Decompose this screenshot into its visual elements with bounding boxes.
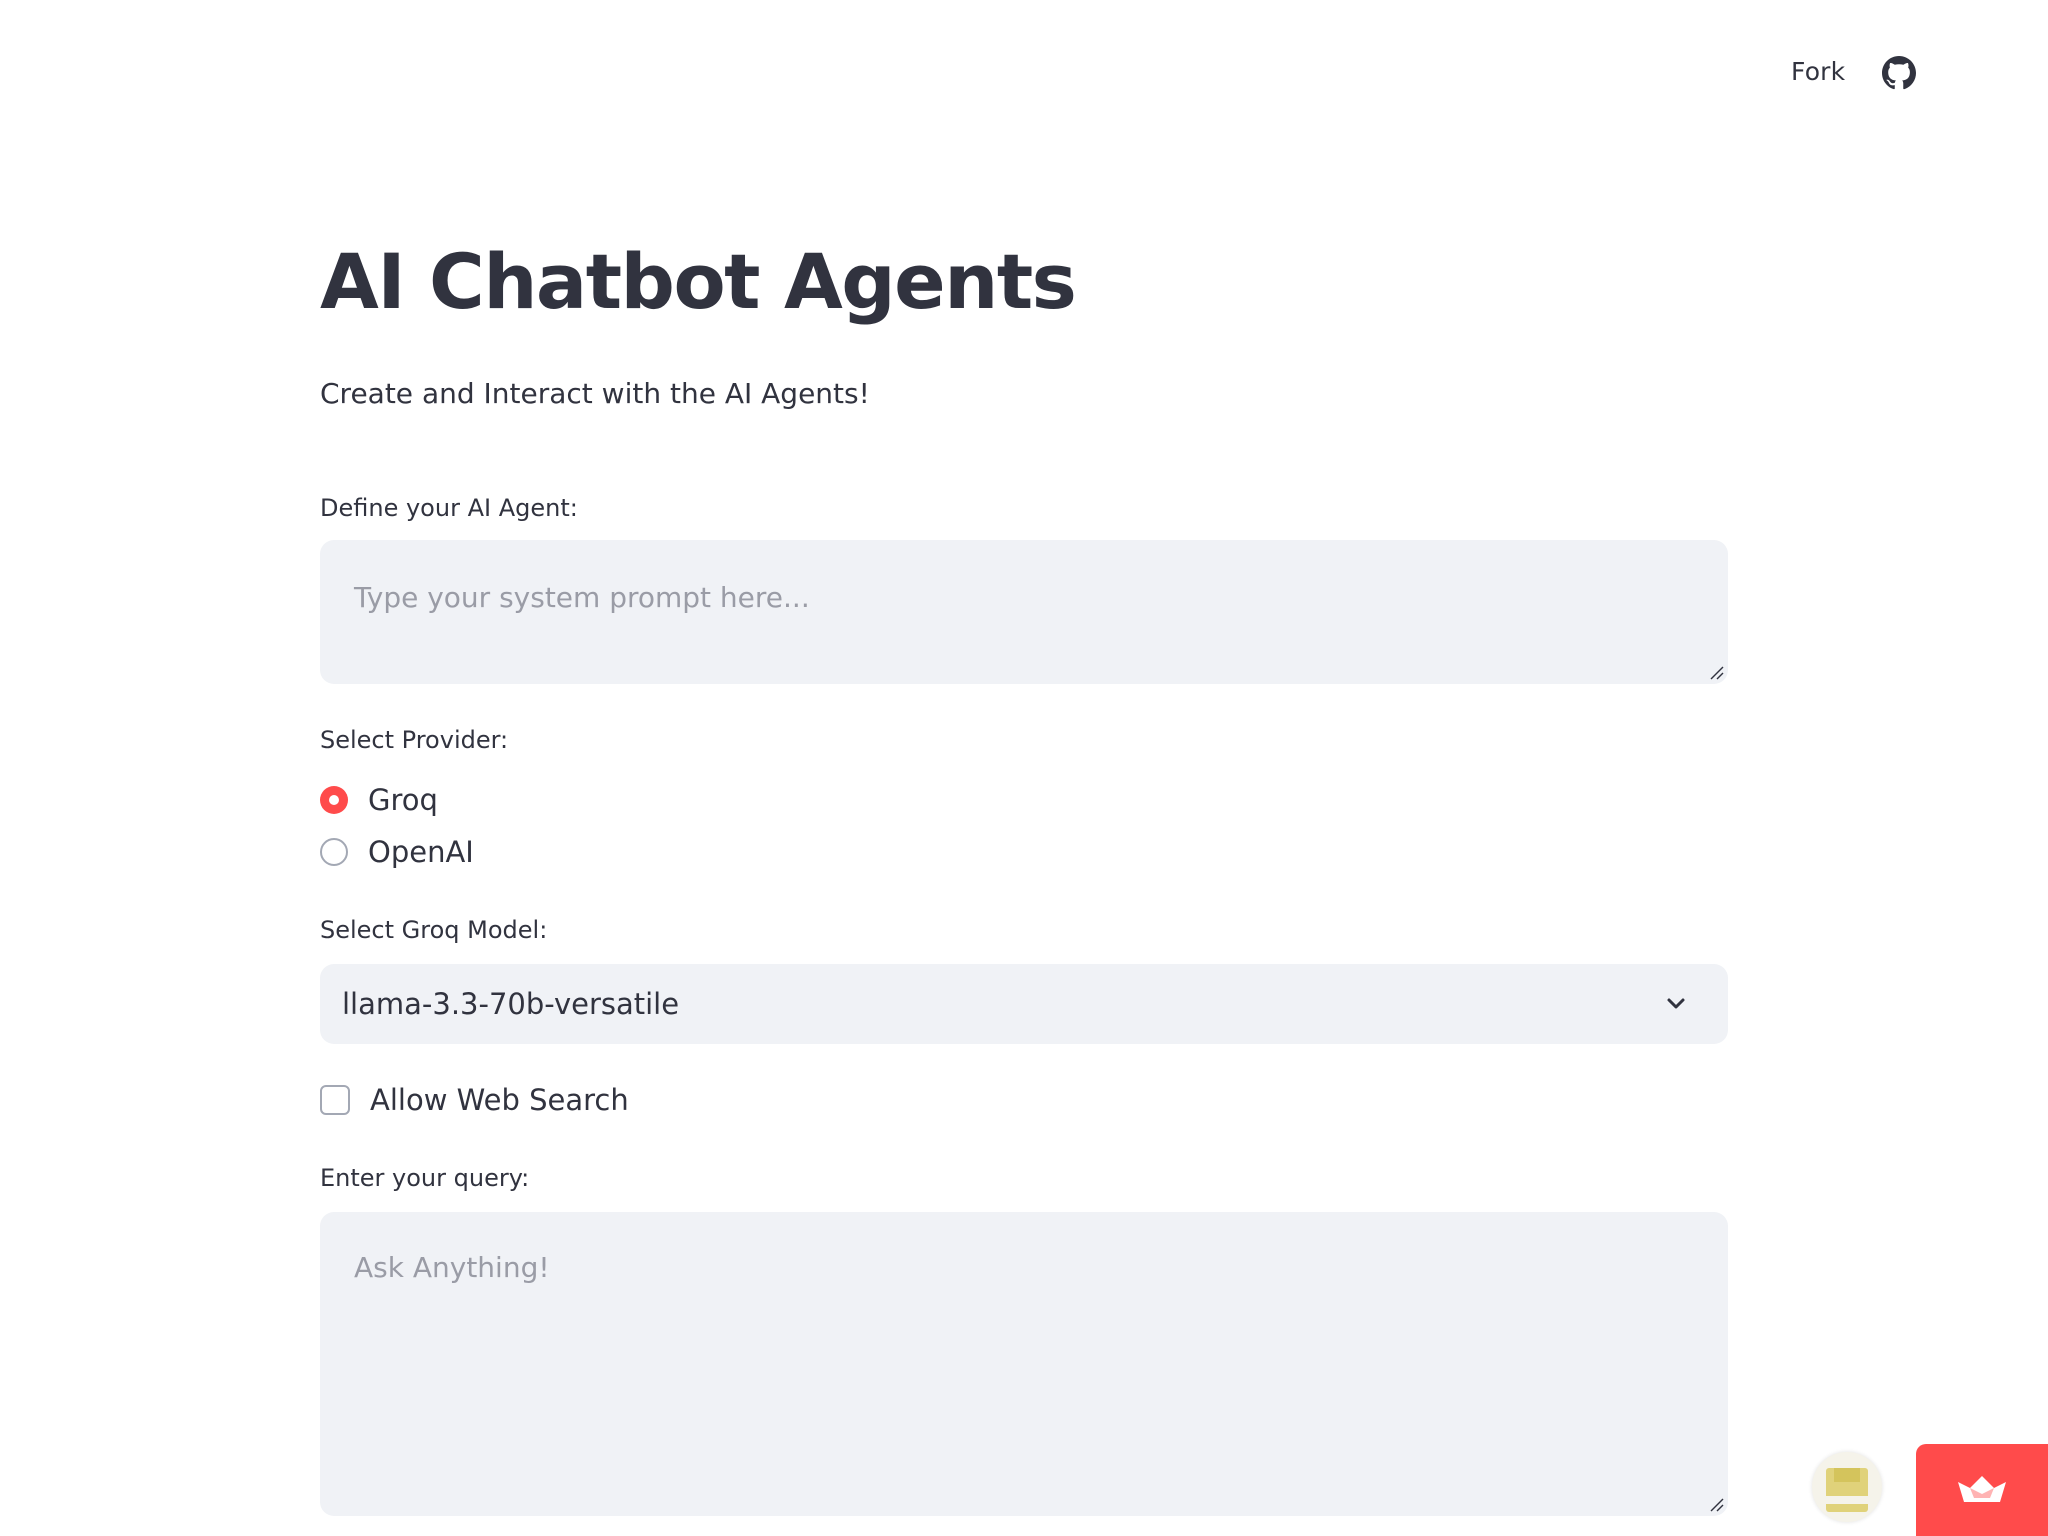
radio-option-groq[interactable]: Groq — [320, 780, 438, 820]
avatar[interactable] — [1812, 1452, 1882, 1522]
query-placeholder: Ask Anything! — [354, 1251, 550, 1284]
radio-option-openai[interactable]: OpenAI — [320, 832, 474, 872]
streamlit-boat-icon — [1958, 1476, 2006, 1502]
radio-label-openai: OpenAI — [368, 835, 474, 869]
provider-label: Select Provider: — [320, 726, 509, 754]
model-select[interactable]: llama-3.3-70b-versatile — [320, 964, 1728, 1044]
radio-label-groq: Groq — [368, 783, 438, 817]
query-textarea[interactable]: Ask Anything! — [320, 1212, 1728, 1516]
query-label: Enter your query: — [320, 1164, 530, 1192]
page-subtitle: Create and Interact with the AI Agents! — [320, 377, 870, 410]
radio-selected-icon[interactable] — [320, 786, 348, 814]
system-prompt-placeholder: Type your system prompt here... — [354, 581, 810, 614]
system-prompt-label: Define your AI Agent: — [320, 494, 578, 522]
chevron-down-icon[interactable] — [1664, 992, 1688, 1016]
radio-unselected-icon[interactable] — [320, 838, 348, 866]
app-page: Fork AI Chatbot Agents Create and Intera… — [0, 0, 2048, 1536]
resize-handle-icon[interactable] — [1708, 664, 1724, 680]
resize-handle-icon[interactable] — [1708, 1496, 1724, 1512]
system-prompt-textarea[interactable]: Type your system prompt here... — [320, 540, 1728, 684]
header-toolbar: Fork — [0, 0, 2048, 120]
github-icon[interactable] — [1882, 56, 1916, 90]
fork-button[interactable]: Fork — [1791, 56, 1845, 88]
manage-app-button[interactable] — [1916, 1444, 2048, 1536]
model-select-value: llama-3.3-70b-versatile — [342, 987, 680, 1021]
model-label: Select Groq Model: — [320, 916, 548, 944]
web-search-checkbox-row[interactable]: Allow Web Search — [320, 1080, 629, 1120]
avatar-icon — [1826, 1468, 1868, 1512]
page-title: AI Chatbot Agents — [320, 237, 1077, 326]
web-search-checkbox[interactable] — [320, 1085, 350, 1115]
web-search-label: Allow Web Search — [370, 1083, 629, 1117]
